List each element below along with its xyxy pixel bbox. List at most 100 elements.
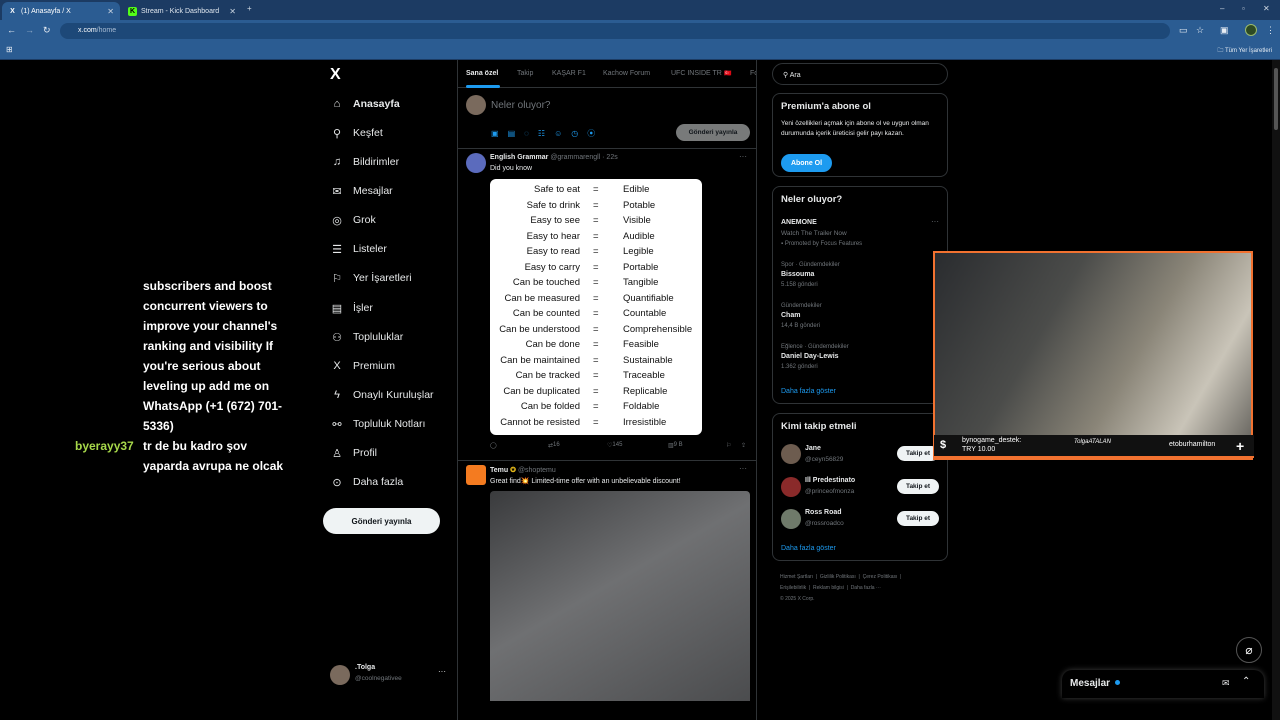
bookmarks-bar: ⊞ 🗀 Tüm Yer İşaretleri bbox=[0, 42, 1280, 60]
nav-jobs[interactable]: ▤ İşler bbox=[330, 298, 373, 318]
subscribe-button[interactable]: Abone Ol bbox=[781, 154, 832, 172]
messages-drawer[interactable]: Mesajlar ✉ ⌃ bbox=[1062, 670, 1264, 698]
expand-icon[interactable]: ⌃ bbox=[1242, 676, 1250, 687]
close-icon[interactable]: ✕ bbox=[107, 7, 114, 16]
tab-kick-dashboard[interactable]: K Stream - Kick Dashboard ✕ bbox=[122, 2, 242, 20]
maximize-icon[interactable]: ▫ bbox=[1242, 4, 1245, 13]
tab-list-more[interactable]: Fo bbox=[750, 70, 756, 77]
scrollbar-thumb[interactable] bbox=[1274, 68, 1278, 130]
footer-link[interactable]: Gizlilik Politikası bbox=[820, 574, 856, 580]
footer-link[interactable]: Reklam bilgisi bbox=[813, 585, 844, 591]
nav-community-notes[interactable]: ⚯ Topluluk Notları bbox=[330, 414, 425, 434]
nav-lists[interactable]: ☰ Listeler bbox=[330, 239, 387, 259]
cast-icon[interactable]: ▭ bbox=[1179, 25, 1188, 36]
trend-name[interactable]: Bissouma bbox=[781, 271, 814, 278]
new-tab-icon[interactable]: + bbox=[247, 4, 252, 13]
apps-icon[interactable]: ⊞ bbox=[6, 45, 13, 54]
minimize-icon[interactable]: – bbox=[1220, 4, 1224, 13]
trend-name[interactable]: Cham bbox=[781, 312, 800, 319]
image-icon[interactable]: ▣ bbox=[491, 129, 508, 138]
follow-user-name[interactable]: Ill Predestinato bbox=[805, 477, 855, 484]
close-window-icon[interactable]: ✕ bbox=[1263, 4, 1270, 13]
all-bookmarks[interactable]: 🗀 Tüm Yer İşaretleri bbox=[1217, 46, 1272, 56]
composer: Neler oluyor? ▣▤◌☷☺◷⦿ Gönderi yayınla bbox=[458, 88, 756, 149]
url-field[interactable]: x.com/home bbox=[60, 23, 1170, 39]
trend-name[interactable]: ANEMONE bbox=[781, 219, 817, 226]
follow-user-name[interactable]: Ross Road bbox=[805, 509, 842, 516]
grok-icon[interactable]: ◌ bbox=[524, 129, 538, 138]
extensions-icon[interactable]: ▣ bbox=[1220, 25, 1229, 36]
more-icon[interactable]: ··· bbox=[931, 217, 939, 226]
nav-premium[interactable]: X Premium bbox=[330, 356, 395, 376]
nav-grok[interactable]: ◎ Grok bbox=[330, 210, 376, 230]
grammar-word: Countable bbox=[623, 308, 667, 319]
grammar-phrase: Easy to see bbox=[530, 215, 580, 226]
tweet[interactable]: English Grammar @grammarengll · 22s ··· … bbox=[458, 149, 756, 461]
footer-link[interactable]: Çerez Politikası bbox=[863, 574, 898, 580]
back-icon[interactable]: ← bbox=[7, 25, 16, 35]
nav-more[interactable]: ⊙ Daha fazla bbox=[330, 472, 403, 492]
more-icon[interactable]: ··· bbox=[739, 152, 747, 161]
location-icon[interactable]: ⦿ bbox=[587, 129, 604, 138]
nav-communities[interactable]: ⚇ Topluluklar bbox=[330, 327, 403, 347]
emoji-icon[interactable]: ☺ bbox=[554, 129, 571, 138]
follow-button[interactable]: Takip et bbox=[897, 511, 939, 526]
tweet[interactable]: Temu ✪ @shoptemu ··· Great find💥 Limited… bbox=[458, 461, 756, 720]
footer-link[interactable]: Hizmet Şartları bbox=[780, 574, 813, 580]
grok-fab-icon[interactable]: ⌀ bbox=[1236, 637, 1262, 663]
compose-post-button[interactable]: Gönderi yayınla bbox=[676, 124, 750, 141]
follow-button[interactable]: Takip et bbox=[897, 479, 939, 494]
compose-input[interactable]: Neler oluyor? bbox=[491, 100, 550, 111]
nav-home[interactable]: ⌂ Anasayfa bbox=[330, 94, 400, 114]
reload-icon[interactable]: ↻ bbox=[43, 25, 51, 36]
x-logo[interactable]: X bbox=[330, 66, 341, 84]
tab-list-kachow-forum[interactable]: Kachow Forum bbox=[603, 70, 650, 77]
search-input[interactable]: ⚲ Ara bbox=[772, 63, 948, 85]
reply-icon[interactable]: ◯ bbox=[490, 442, 497, 449]
new-message-icon[interactable]: ✉ bbox=[1222, 678, 1230, 689]
share-icon[interactable]: ⇪ bbox=[741, 442, 746, 449]
nav-bookmarks[interactable]: ⚐ Yer İşaretleri bbox=[330, 268, 412, 288]
forward-icon[interactable]: → bbox=[25, 25, 34, 35]
footer-link[interactable]: Daha fazla ··· bbox=[851, 585, 881, 591]
tab-following[interactable]: Takip bbox=[517, 70, 533, 77]
account-switcher[interactable]: .Tolga @coolnegativee ··· bbox=[330, 663, 450, 687]
nav-label: Onaylı Kuruluşlar bbox=[353, 389, 434, 401]
tab-for-you[interactable]: Sana özel bbox=[466, 70, 498, 77]
like-button[interactable]: ♡ 145 bbox=[607, 442, 622, 449]
nav-explore[interactable]: ⚲ Keşfet bbox=[330, 123, 383, 143]
poll-icon[interactable]: ☷ bbox=[538, 129, 554, 138]
grammar-equals: = bbox=[593, 277, 599, 288]
views-button[interactable]: ▥ 9 B bbox=[668, 442, 683, 449]
tweet-image-card[interactable]: Safe to eat = Edible Safe to drink = Potable E… bbox=[490, 179, 702, 435]
trend-sub: 1.362 gönderi bbox=[781, 364, 818, 370]
nav-notifications[interactable]: ♫ Bildirimler bbox=[330, 152, 399, 172]
gif-icon[interactable]: ▤ bbox=[508, 129, 525, 138]
more-icon[interactable]: ··· bbox=[739, 464, 747, 473]
page-scrollbar[interactable] bbox=[1272, 60, 1280, 720]
tab-list-kasar-f1[interactable]: KAŞAR F1 bbox=[552, 70, 586, 77]
unread-dot bbox=[1115, 680, 1120, 685]
footer-link[interactable]: Erişilebilirlik bbox=[780, 585, 806, 591]
nav-verified-orgs[interactable]: ϟ Onaylı Kuruluşlar bbox=[330, 385, 434, 405]
bookmark-icon[interactable]: ⚐ bbox=[726, 442, 731, 449]
close-icon[interactable]: ✕ bbox=[229, 7, 236, 16]
tab-list-ufc-inside-tr[interactable]: UFC INSIDE TR bbox=[671, 70, 722, 77]
menu-icon[interactable]: ⋮ bbox=[1266, 25, 1275, 36]
star-icon[interactable]: ☆ bbox=[1196, 25, 1204, 36]
composer-toolbar: ▣▤◌☷☺◷⦿ bbox=[491, 128, 604, 139]
tweet-media-image[interactable] bbox=[490, 491, 750, 701]
retweet-button[interactable]: ⇄ 16 bbox=[548, 442, 560, 449]
follow-user-name[interactable]: Jane bbox=[805, 445, 821, 452]
kick-logo-icon: K bbox=[128, 6, 137, 16]
nav-profile[interactable]: ♙ Profil bbox=[330, 443, 377, 463]
tab-x-home[interactable]: X (1) Anasayfa / X ✕ bbox=[2, 2, 120, 20]
schedule-icon[interactable]: ◷ bbox=[571, 129, 587, 138]
trends-show-more[interactable]: Daha fazla göster bbox=[781, 388, 836, 395]
follow-show-more[interactable]: Daha fazla göster bbox=[781, 545, 836, 552]
trend-name[interactable]: Daniel Day-Lewis bbox=[781, 353, 839, 360]
nav-messages[interactable]: ✉ Mesajlar bbox=[330, 181, 392, 201]
author-name: Temu bbox=[490, 467, 509, 474]
profile-avatar-icon[interactable] bbox=[1245, 24, 1257, 36]
post-button[interactable]: Gönderi yayınla bbox=[323, 508, 440, 534]
